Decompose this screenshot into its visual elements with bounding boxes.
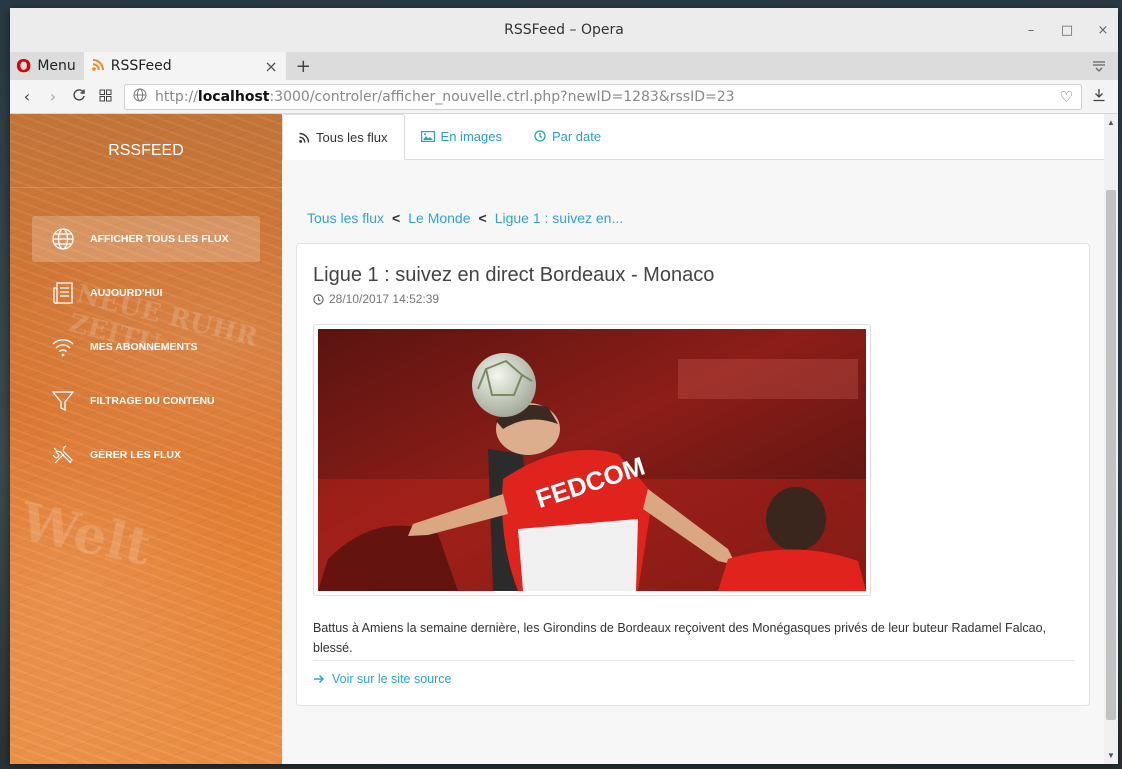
rss-icon bbox=[299, 132, 310, 143]
breadcrumb-separator: < bbox=[392, 210, 401, 226]
image-icon bbox=[420, 130, 435, 142]
sidebar-item-label: AUJOURD'HUI bbox=[90, 287, 163, 299]
clock-icon bbox=[534, 130, 546, 142]
sidebar-item-label: MES ABONNEMENTS bbox=[90, 341, 198, 353]
sidebar-item-manage-feeds[interactable]: GÉRER LES FLUX bbox=[32, 432, 260, 478]
sidebar-item-label: GÉRER LES FLUX bbox=[90, 449, 182, 461]
arrow-right-icon bbox=[314, 674, 325, 684]
tab-close-icon[interactable]: × bbox=[264, 57, 277, 76]
breadcrumb-separator: < bbox=[478, 210, 487, 226]
article-date: 28/10/2017 14:52:39 bbox=[313, 292, 439, 306]
browser-tab[interactable]: RSSFeed × bbox=[83, 52, 286, 80]
view-tabs: Tous les flux En images Par date bbox=[282, 114, 1104, 160]
globe-icon bbox=[52, 228, 74, 250]
tab-images[interactable]: En images bbox=[405, 113, 518, 159]
browser-window: RSSFeed – Opera – □ × O Menu RSSFeed × +… bbox=[10, 8, 1118, 764]
newspaper-icon bbox=[53, 282, 73, 304]
forward-icon[interactable]: › bbox=[42, 87, 64, 106]
tab-label: Par date bbox=[551, 128, 602, 144]
url-rest: :3000/controler/afficher_nouvelle.ctrl.p… bbox=[269, 88, 735, 105]
tab-menu-icon[interactable] bbox=[1080, 52, 1118, 80]
tab-by-date[interactable]: Par date bbox=[518, 113, 617, 159]
article-card: Ligue 1 : suivez en direct Bordeaux - Mo… bbox=[296, 243, 1090, 706]
sidebar-item-label: FILTRAGE DU CONTENU bbox=[90, 395, 215, 407]
sidebar: NEUE RUHR ZEITU Welt RSSFEED AFFICHER TO… bbox=[10, 114, 282, 764]
maximize-button[interactable]: □ bbox=[1060, 23, 1074, 38]
back-icon[interactable]: ‹ bbox=[16, 87, 38, 106]
article-description: Battus à Amiens la semaine dernière, les… bbox=[313, 621, 1047, 655]
sidebar-item-all-feeds[interactable]: AFFICHER TOUS LES FLUX bbox=[32, 216, 260, 262]
tab-all-feeds[interactable]: Tous les flux bbox=[282, 114, 405, 160]
rss-favicon-icon bbox=[91, 58, 105, 75]
opera-menu-label: Menu bbox=[37, 58, 76, 74]
tab-label: Tous les flux bbox=[316, 129, 388, 145]
window-title: RSSFeed – Opera bbox=[504, 22, 624, 38]
breadcrumb-link-article[interactable]: Ligue 1 : suivez en... bbox=[495, 210, 623, 226]
scrollbar-thumb[interactable] bbox=[1106, 190, 1116, 720]
speed-dial-icon[interactable] bbox=[94, 87, 116, 106]
address-bar: ‹ › http://localhost:3000/controler/affi… bbox=[10, 80, 1118, 114]
opera-logo-icon: O bbox=[16, 55, 32, 77]
sidebar-item-label: AFFICHER TOUS LES FLUX bbox=[90, 233, 229, 245]
title-bar: RSSFeed – Opera – □ × bbox=[10, 8, 1118, 52]
scroll-down-icon[interactable]: ▼ bbox=[1107, 751, 1115, 760]
sidebar-menu: AFFICHER TOUS LES FLUX AUJOURD'HUI MES A… bbox=[10, 188, 282, 478]
article-image-frame[interactable]: FEDCOM bbox=[313, 324, 871, 596]
new-tab-button[interactable]: + bbox=[286, 52, 321, 80]
url-field[interactable]: http://localhost:3000/controler/afficher… bbox=[124, 83, 1082, 110]
card-divider bbox=[313, 660, 1075, 661]
sidebar-brand[interactable]: RSSFEED bbox=[10, 114, 282, 188]
tab-bar: O Menu RSSFeed × + bbox=[10, 52, 1118, 80]
breadcrumb-link-all-feeds[interactable]: Tous les flux bbox=[307, 210, 384, 226]
clock-icon bbox=[313, 293, 324, 305]
reload-icon[interactable] bbox=[68, 87, 90, 106]
tab-label: En images bbox=[440, 128, 502, 144]
sidebar-item-subscriptions[interactable]: MES ABONNEMENTS bbox=[32, 324, 260, 370]
browser-tab-title: RSSFeed bbox=[110, 58, 172, 74]
minimize-button[interactable]: – bbox=[1024, 23, 1038, 38]
main-panel: Tous les flux En images Par date Tous le… bbox=[282, 114, 1118, 764]
article-date-text: 28/10/2017 14:52:39 bbox=[329, 292, 440, 306]
download-icon[interactable] bbox=[1086, 88, 1112, 106]
page-scrollbar[interactable]: ▲ ▼ bbox=[1104, 114, 1118, 764]
site-info-icon[interactable] bbox=[133, 88, 147, 106]
sidebar-item-filtering[interactable]: FILTRAGE DU CONTENU bbox=[32, 378, 260, 424]
article-title: Ligue 1 : suivez en direct Bordeaux - Mo… bbox=[313, 264, 715, 286]
scroll-up-icon[interactable]: ▲ bbox=[1107, 118, 1115, 127]
close-window-button[interactable]: × bbox=[1096, 23, 1110, 38]
wifi-icon bbox=[52, 339, 74, 357]
page-content: NEUE RUHR ZEITU Welt RSSFEED AFFICHER TO… bbox=[10, 114, 1118, 764]
url-prefix: http:// bbox=[155, 88, 198, 105]
sidebar-item-today[interactable]: AUJOURD'HUI bbox=[32, 270, 260, 316]
article-image: FEDCOM bbox=[318, 329, 866, 591]
url-text: http://localhost:3000/controler/afficher… bbox=[155, 89, 735, 105]
source-link-label: Voir sur le site source bbox=[332, 672, 452, 686]
breadcrumb: Tous les flux < Le Monde < Ligue 1 : sui… bbox=[307, 210, 623, 226]
filter-icon bbox=[51, 391, 75, 412]
window-controls: – □ × bbox=[1024, 8, 1110, 52]
source-link[interactable]: Voir sur le site source bbox=[313, 672, 452, 686]
opera-menu-button[interactable]: O Menu bbox=[10, 52, 84, 80]
tools-icon bbox=[52, 445, 73, 464]
url-host: localhost bbox=[197, 88, 270, 105]
breadcrumb-link-source[interactable]: Le Monde bbox=[408, 210, 470, 226]
bookmark-heart-icon[interactable]: ♡ bbox=[1060, 88, 1073, 106]
